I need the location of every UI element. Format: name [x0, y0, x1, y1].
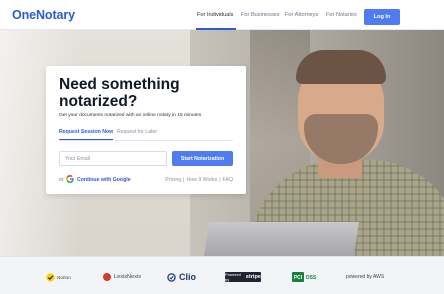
tab-divider [59, 140, 233, 141]
stripe-prefix: Powered by [225, 272, 241, 282]
partner-pci: PCI DSS [292, 272, 318, 282]
partners-strip: Norton LexisNexis Clio Powered by stripe… [0, 256, 444, 294]
lexisnexis-icon [103, 273, 111, 281]
nav-link-notaries[interactable]: For Notaries [326, 12, 357, 18]
nav-link-attorneys[interactable]: For Attorneys [285, 12, 318, 18]
start-notarization-button[interactable]: Start Notarization [172, 151, 233, 166]
notarize-card: Need something notarized? Get your docum… [46, 66, 246, 194]
active-tab-indicator [59, 139, 113, 140]
stripe-label: stripe [245, 274, 261, 280]
or-label: or [59, 177, 64, 183]
link-separator: | [219, 177, 221, 183]
aws-label: powered by AWS [346, 274, 385, 280]
clio-label: Clio [179, 272, 196, 282]
link-separator: | [183, 177, 185, 183]
hero-person-hair [296, 50, 386, 84]
norton-check-icon [46, 272, 55, 282]
pricing-link[interactable]: Pricing [165, 177, 181, 183]
login-button[interactable]: Log In [364, 9, 400, 25]
lexisnexis-label: LexisNexis [114, 274, 142, 280]
partner-clio: Clio [167, 272, 196, 282]
nav-link-businesses[interactable]: For Businesses [241, 12, 280, 18]
stripe-badge: Powered by stripe [225, 272, 261, 282]
how-it-works-link[interactable]: How It Works [187, 177, 218, 183]
google-icon[interactable] [66, 175, 74, 183]
svg-text:PCI: PCI [294, 275, 303, 281]
partner-lexisnexis: LexisNexis [103, 272, 141, 282]
norton-label: Norton [57, 274, 71, 280]
top-navbar: OneNotary For Individuals For Businesses… [0, 0, 444, 30]
pci-dss-icon: PCI DSS [292, 272, 317, 282]
svg-text:DSS: DSS [306, 275, 317, 281]
hero-person-beard [304, 114, 378, 164]
hero-laptop [203, 222, 359, 256]
card-links: Pricing | How It Works | FAQ [165, 177, 233, 183]
partner-norton: Norton [46, 272, 71, 282]
tab-request-later[interactable]: Request for Later [117, 129, 157, 135]
hero-headline: Need something notarized? [59, 76, 180, 110]
email-input[interactable] [59, 151, 167, 166]
tab-request-now[interactable]: Request Session Now [59, 129, 113, 135]
clio-icon [167, 272, 176, 282]
logo[interactable]: OneNotary [12, 8, 75, 22]
continue-with-google-link[interactable]: Continue with Google [77, 177, 131, 183]
partner-aws: powered by AWS [346, 272, 384, 282]
nav-link-individuals[interactable]: For Individuals [197, 12, 233, 18]
partner-stripe: Powered by stripe [225, 272, 261, 282]
faq-link[interactable]: FAQ [223, 177, 233, 183]
hero-subline: Get your documents notarized with an onl… [59, 113, 202, 118]
